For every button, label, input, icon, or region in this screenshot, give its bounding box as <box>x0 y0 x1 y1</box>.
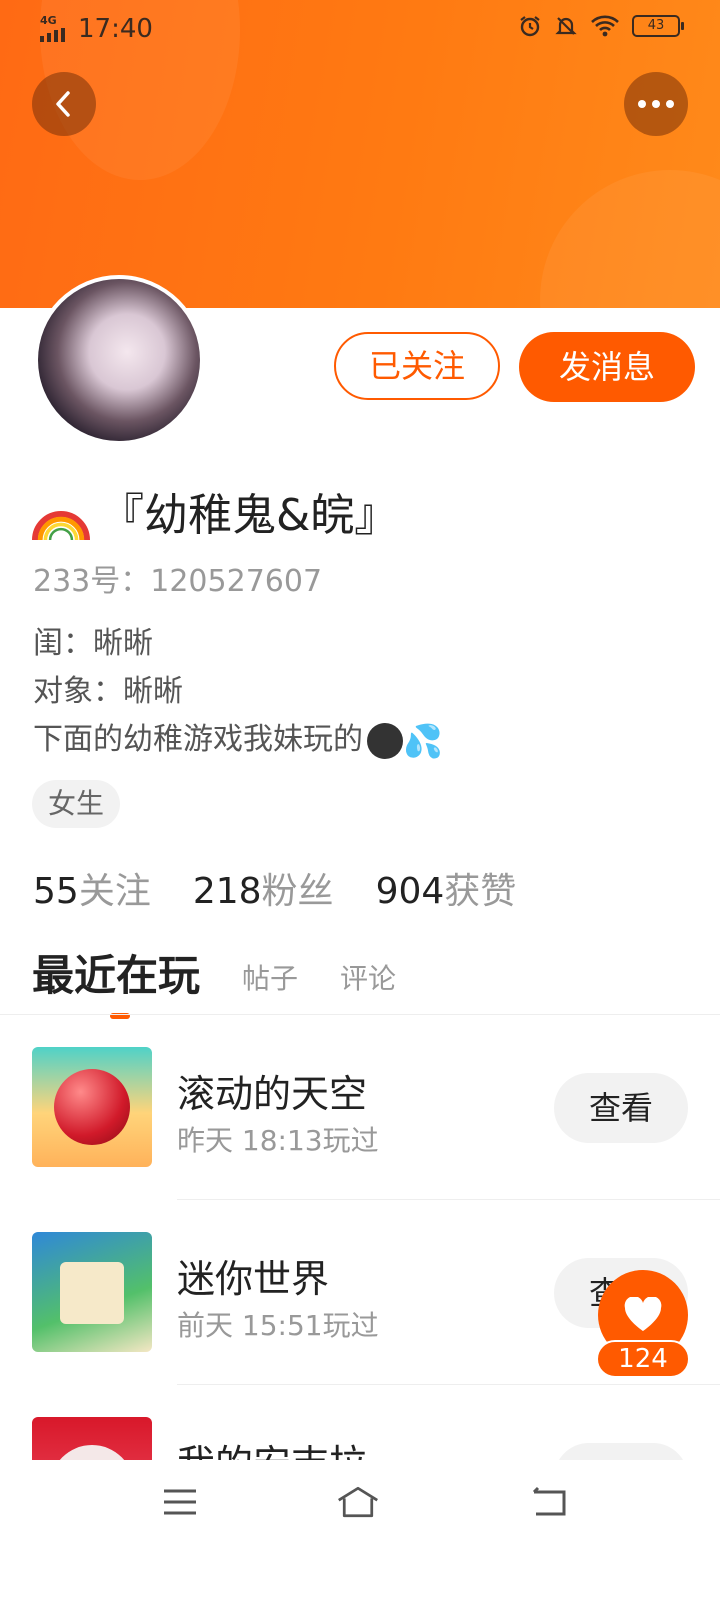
game-list-item[interactable]: 滚动的天空 昨天 18:13玩过 查看 <box>0 1047 720 1232</box>
game-last-played: 昨天 18:13玩过 <box>177 1124 379 1157</box>
divider <box>177 1199 720 1200</box>
profile-tabs: 最近在玩 帖子 评论 <box>32 942 396 1019</box>
avatar-image <box>38 279 200 441</box>
bio-line: 闺：晰晰 <box>33 626 153 661</box>
sweat-drops-emoji: 💦 <box>403 721 443 760</box>
message-button[interactable]: 发消息 <box>519 332 695 402</box>
game-last-played: 前天 15:51玩过 <box>177 1309 379 1342</box>
home-icon <box>338 1486 378 1518</box>
gender-tag: 女生 <box>32 780 121 828</box>
divider <box>177 1384 720 1385</box>
banner-decoration <box>540 170 720 308</box>
profile-stats: 55关注 218粉丝 904获赞 <box>33 862 516 914</box>
profile-name-row: 『幼稚鬼&皖』 <box>32 480 398 542</box>
back-button[interactable] <box>32 72 96 136</box>
wifi-icon <box>591 15 619 37</box>
chevron-left-icon <box>56 91 70 117</box>
signal-icon <box>40 28 65 42</box>
battery-icon: 43 <box>632 15 684 37</box>
stat-following[interactable]: 55关注 <box>33 862 151 914</box>
like-count: 124 <box>596 1340 690 1378</box>
back-nav-button[interactable] <box>528 1482 572 1522</box>
status-bar: 4G 17:40 43 <box>0 0 720 56</box>
profile-bio: 闺：晰晰 对象：晰晰 下面的幼稚游戏我妹玩的 💦 <box>33 620 443 764</box>
heart-icon <box>624 1297 662 1331</box>
tab-posts[interactable]: 帖子 <box>242 957 298 1003</box>
tab-recent-played[interactable]: 最近在玩 <box>32 942 200 1019</box>
game-icon <box>32 1232 152 1352</box>
network-type: 4G <box>40 14 57 27</box>
follow-button[interactable]: 已关注 <box>334 332 500 400</box>
view-button[interactable]: 查看 <box>554 1073 688 1143</box>
menu-icon <box>164 1489 196 1515</box>
stat-likes[interactable]: 904获赞 <box>376 862 517 914</box>
avatar[interactable] <box>34 275 204 445</box>
profile-name: 『幼稚鬼&皖』 <box>100 490 399 541</box>
home-button[interactable] <box>336 1482 380 1522</box>
status-time: 17:40 <box>78 14 153 44</box>
bio-line: 下面的幼稚游戏我妹玩的 💦 <box>33 721 443 760</box>
profile-header-banner: 4G 17:40 43 <box>0 0 720 308</box>
back-icon <box>532 1486 566 1516</box>
divider <box>0 1014 720 1015</box>
smirk-face-emoji <box>367 722 403 759</box>
bio-line: 对象：晰晰 <box>33 674 183 709</box>
game-title: 滚动的天空 <box>177 1072 368 1116</box>
game-title: 迷你世界 <box>177 1257 330 1301</box>
rainbow-emoji <box>32 482 90 540</box>
menu-button[interactable] <box>158 1482 202 1522</box>
user-id: 233号：120527607 <box>33 564 323 599</box>
stat-followers[interactable]: 218粉丝 <box>193 862 334 914</box>
alarm-icon <box>520 16 540 37</box>
tab-comments[interactable]: 评论 <box>340 957 396 1003</box>
system-nav-bar <box>0 1460 720 1544</box>
mute-bell-icon <box>555 17 577 35</box>
more-button[interactable] <box>624 72 688 136</box>
game-icon <box>32 1047 152 1167</box>
more-dots-icon <box>638 100 674 108</box>
